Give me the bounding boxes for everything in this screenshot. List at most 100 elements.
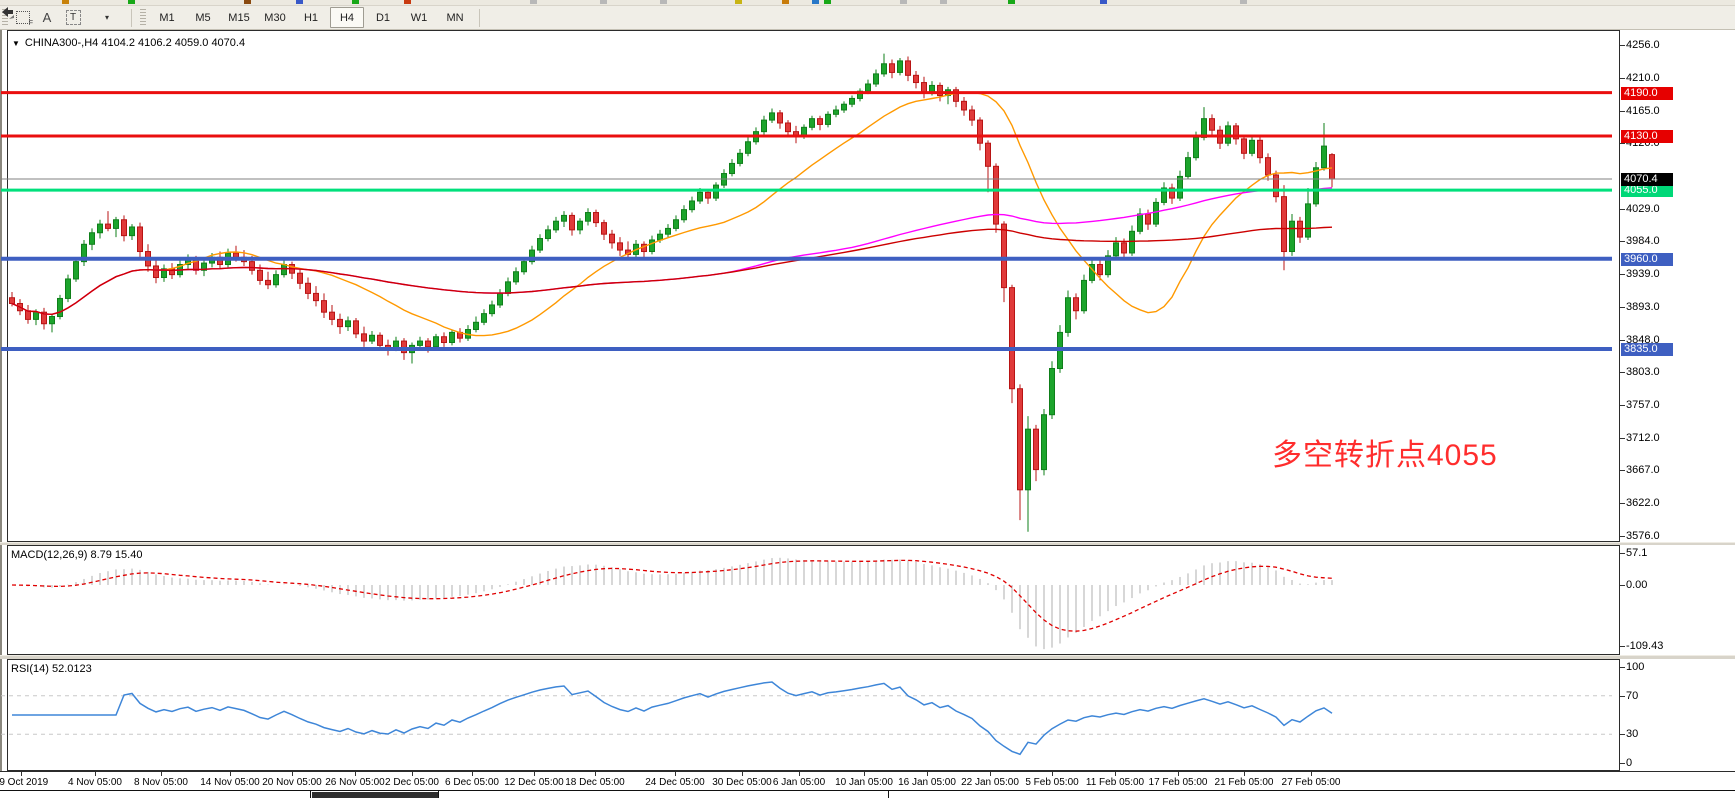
candle-body — [426, 341, 431, 347]
date-tick — [1244, 772, 1245, 776]
macd-panel: MACD(12,26,9) 8.79 15.40 57.10.00-109.43 — [0, 545, 1735, 655]
timeframe-button-d1[interactable]: D1 — [366, 7, 400, 28]
bottom-dark-segment — [312, 792, 438, 798]
candle-body — [1242, 139, 1247, 153]
date-tick — [1115, 772, 1116, 776]
candle-body — [1042, 415, 1047, 470]
current-price-badge: 4070.4 — [1621, 173, 1673, 186]
timeframe-button-mn[interactable]: MN — [438, 7, 472, 28]
price-line-badge: 3835.0 — [1621, 343, 1673, 356]
macd-signal-line — [12, 560, 1332, 631]
rsi-chart-surface[interactable] — [0, 659, 1621, 771]
candle-body — [106, 224, 111, 228]
candle-body — [370, 335, 375, 341]
price-axis-label: 3712.0 — [1626, 432, 1660, 444]
candle-body — [842, 104, 847, 110]
candle-body — [866, 84, 871, 91]
candle-body — [1330, 155, 1335, 179]
price-axis-label: 3757.0 — [1626, 399, 1660, 411]
toolbar-icon-fragment — [1008, 0, 1015, 4]
timeframe-button-h1[interactable]: H1 — [294, 7, 328, 28]
candle-body — [586, 213, 591, 222]
date-tick — [230, 772, 231, 776]
grid-f-tool-button[interactable]: F — [13, 8, 33, 27]
timeframe-button-m1[interactable]: M1 — [150, 7, 184, 28]
candle-body — [450, 332, 455, 342]
text-label-tool-button[interactable]: T — [61, 8, 85, 27]
toolbar-icon-fragment — [404, 0, 411, 4]
candle-body — [506, 282, 511, 294]
candle-body — [914, 75, 919, 82]
candle-body — [594, 213, 599, 223]
date-axis-label: 29 Oct 2019 — [0, 777, 48, 788]
date-axis-label: 14 Nov 05:00 — [200, 777, 260, 788]
timeframe-button-m30[interactable]: M30 — [258, 7, 292, 28]
toolbar-drag-handle-2[interactable] — [140, 9, 146, 27]
candle-body — [890, 64, 895, 73]
candle-body — [970, 110, 975, 120]
candle-body — [898, 61, 903, 73]
candle-body — [114, 220, 119, 229]
toolbar-icon-fragment — [128, 0, 135, 4]
price-axis-label: 4165.0 — [1626, 105, 1660, 117]
chart-menu-triangle-icon[interactable]: ▼ — [12, 39, 20, 48]
toolbar-icon-fragment — [1100, 0, 1107, 4]
candle-body — [362, 334, 367, 341]
candle-body — [474, 322, 479, 329]
candle-body — [818, 119, 823, 125]
candle-body — [122, 220, 127, 236]
toolbar-icon-fragment — [530, 0, 537, 4]
candle-body — [1074, 298, 1079, 311]
candle-body — [154, 266, 159, 278]
macd-chart-surface[interactable] — [0, 545, 1621, 655]
timeframe-button-m15[interactable]: M15 — [222, 7, 256, 28]
timeframe-button-h4[interactable]: H4 — [330, 7, 364, 28]
symbol-ohlc-text: CHINA300-,H4 4104.2 4106.2 4059.0 4070.4 — [25, 37, 245, 49]
date-tick — [742, 772, 743, 776]
candle-body — [1194, 137, 1199, 157]
date-axis-label: 6 Dec 05:00 — [445, 777, 499, 788]
candle-body — [34, 312, 39, 319]
toolbar-icon-fragment — [735, 0, 742, 4]
date-axis-label: 20 Nov 05:00 — [262, 777, 322, 788]
candle-body — [562, 215, 567, 221]
candle-body — [490, 305, 495, 314]
date-axis-label: 27 Feb 05:00 — [1282, 777, 1341, 788]
candle-body — [1002, 224, 1007, 288]
chevron-down-icon: ▾ — [105, 13, 109, 22]
candle-body — [826, 114, 831, 124]
candle-body — [1066, 298, 1071, 333]
candle-body — [1146, 214, 1151, 224]
toolbar-separator — [131, 9, 132, 27]
candle-body — [674, 220, 679, 229]
chart-toolbar: F A T ▾ M1M5M15M30H1H4D1W1MN — [0, 6, 1735, 30]
candle-body — [1010, 288, 1015, 389]
candle-body — [130, 227, 135, 236]
text-a-tool-button[interactable]: A — [37, 8, 57, 27]
timeframe-button-w1[interactable]: W1 — [402, 7, 436, 28]
fast-ma-line — [12, 92, 1332, 335]
toolbar-icon-fragment — [244, 0, 251, 4]
price-axis-label: 3939.0 — [1626, 268, 1660, 280]
toolbar-icon-fragment — [62, 0, 69, 4]
candle-body — [418, 341, 423, 345]
date-tick — [355, 772, 356, 776]
toolbar-separator-2 — [479, 9, 480, 27]
candle-body — [698, 192, 703, 201]
candle-body — [74, 262, 79, 279]
candle-body — [266, 280, 271, 284]
date-axis-label: 16 Jan 05:00 — [898, 777, 956, 788]
arrows-tool-button[interactable]: ▾ — [89, 8, 123, 27]
rsi-panel: RSI(14) 52.0123 10070300 — [0, 659, 1735, 771]
timeframe-button-m5[interactable]: M5 — [186, 7, 220, 28]
toolbar-icon-fragment — [660, 0, 667, 4]
candle-body — [978, 120, 983, 143]
candle-body — [1082, 280, 1087, 310]
date-axis-label: 5 Feb 05:00 — [1025, 777, 1078, 788]
price-axis-label: 3667.0 — [1626, 464, 1660, 476]
rsi-axis-label: 30 — [1626, 728, 1638, 740]
date-tick — [534, 772, 535, 776]
date-axis[interactable]: 29 Oct 20194 Nov 05:008 Nov 05:0014 Nov … — [0, 771, 1735, 791]
candle-body — [986, 143, 991, 166]
candle-body — [498, 293, 503, 305]
